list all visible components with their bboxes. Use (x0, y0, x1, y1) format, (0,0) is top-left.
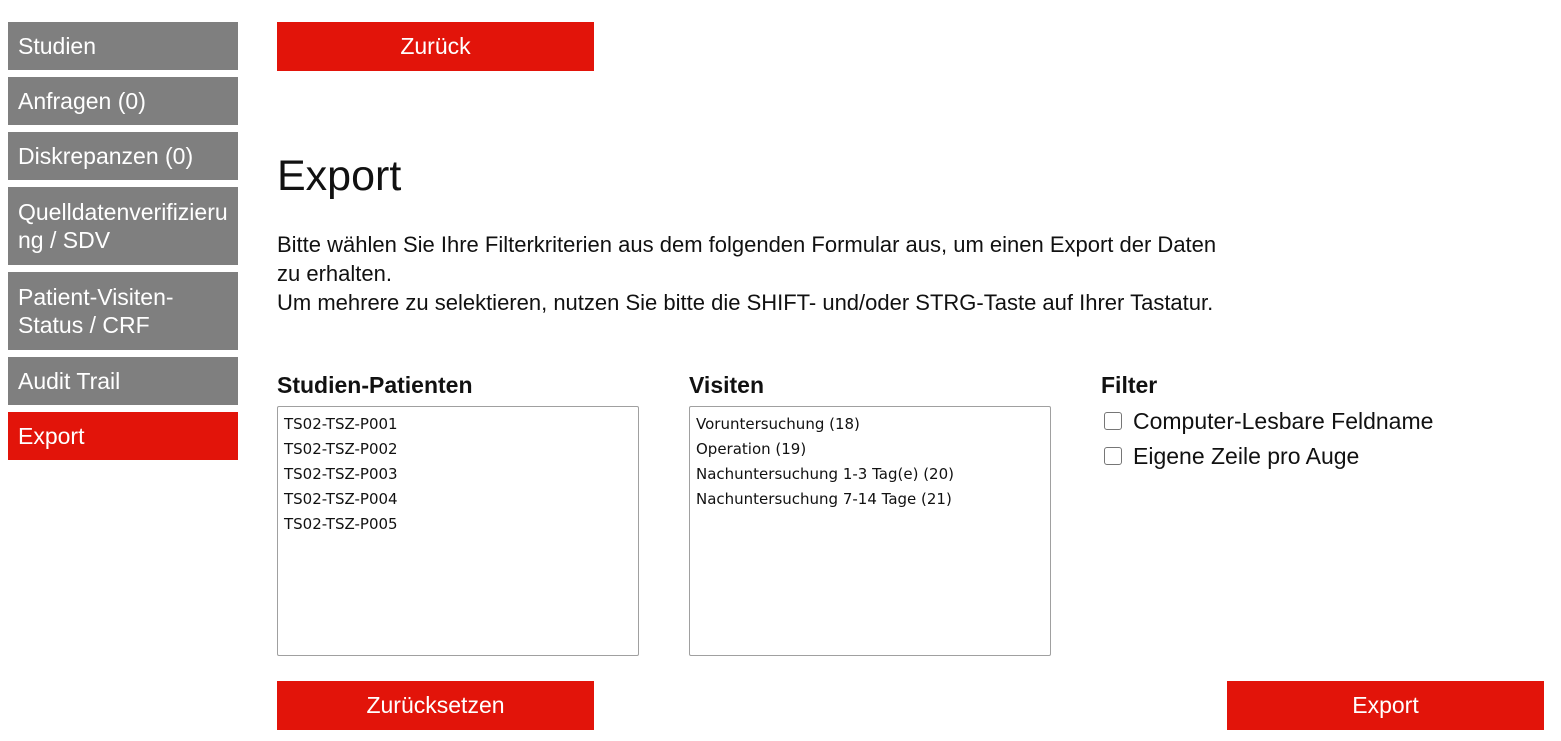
sidebar-item-label: Quelldatenverifizierung / SDV (18, 199, 228, 253)
sidebar-nav: Studien Anfragen (0) Diskrepanzen (0) Qu… (8, 22, 238, 467)
intro-paragraph-2: Um mehrere zu selektieren, nutzen Sie bi… (277, 290, 1214, 315)
filter-heading: Filter (1101, 372, 1158, 398)
row-per-eye-checkbox[interactable] (1104, 447, 1122, 465)
sidebar-item-anfragen[interactable]: Anfragen (0) (8, 77, 238, 125)
sidebar-item-label: Export (18, 423, 85, 449)
sidebar-item-export[interactable]: Export (8, 412, 238, 460)
sidebar-item-diskrepanzen[interactable]: Diskrepanzen (0) (8, 132, 238, 180)
back-button[interactable]: Zurück (277, 22, 594, 71)
sidebar-item-studien[interactable]: Studien (8, 22, 238, 70)
reset-button[interactable]: Zurücksetzen (277, 681, 594, 730)
visits-listbox[interactable]: Voruntersuchung (18) Operation (19) Nach… (689, 406, 1051, 656)
visit-option[interactable]: Nachuntersuchung 1-3 Tag(e) (20) (696, 462, 1050, 487)
computer-readable-checkbox[interactable] (1104, 412, 1122, 430)
sidebar-item-label: Audit Trail (18, 368, 121, 394)
patient-option[interactable]: TS02-TSZ-P001 (284, 412, 638, 437)
filter-option-label: Eigene Zeile pro Auge (1133, 442, 1360, 469)
patient-option[interactable]: TS02-TSZ-P002 (284, 437, 638, 462)
visits-heading: Visiten (689, 372, 764, 398)
filter-option-label: Computer-Lesbare Feldname (1133, 407, 1434, 434)
visit-option[interactable]: Voruntersuchung (18) (696, 412, 1050, 437)
page-title: Export (277, 152, 402, 200)
intro-paragraph-1: Bitte wählen Sie Ihre Filterkriterien au… (277, 232, 1217, 286)
sidebar-item-label: Anfragen (0) (18, 88, 146, 114)
patients-listbox[interactable]: TS02-TSZ-P001 TS02-TSZ-P002 TS02-TSZ-P00… (277, 406, 639, 656)
intro-text: Bitte wählen Sie Ihre Filterkriterien au… (277, 230, 1237, 317)
export-button[interactable]: Export (1227, 681, 1544, 730)
patient-option[interactable]: TS02-TSZ-P003 (284, 462, 638, 487)
sidebar-item-label: Patient-Visiten-Status / CRF (18, 284, 174, 338)
sidebar-item-patient-visiten-status[interactable]: Patient-Visiten-Status / CRF (8, 272, 238, 350)
visit-option[interactable]: Operation (19) (696, 437, 1050, 462)
filter-option-row-per-eye[interactable]: Eigene Zeile pro Auge (1104, 441, 1359, 471)
patients-heading: Studien-Patienten (277, 372, 473, 398)
sidebar-item-sdv[interactable]: Quelldatenverifizierung / SDV (8, 187, 238, 265)
visit-option[interactable]: Nachuntersuchung 7-14 Tage (21) (696, 487, 1050, 512)
sidebar-item-audit-trail[interactable]: Audit Trail (8, 357, 238, 405)
sidebar-item-label: Studien (18, 33, 97, 59)
patient-option[interactable]: TS02-TSZ-P004 (284, 487, 638, 512)
filter-option-computer-readable[interactable]: Computer-Lesbare Feldname (1104, 406, 1433, 436)
sidebar-item-label: Diskrepanzen (0) (18, 143, 194, 169)
patient-option[interactable]: TS02-TSZ-P005 (284, 512, 638, 537)
